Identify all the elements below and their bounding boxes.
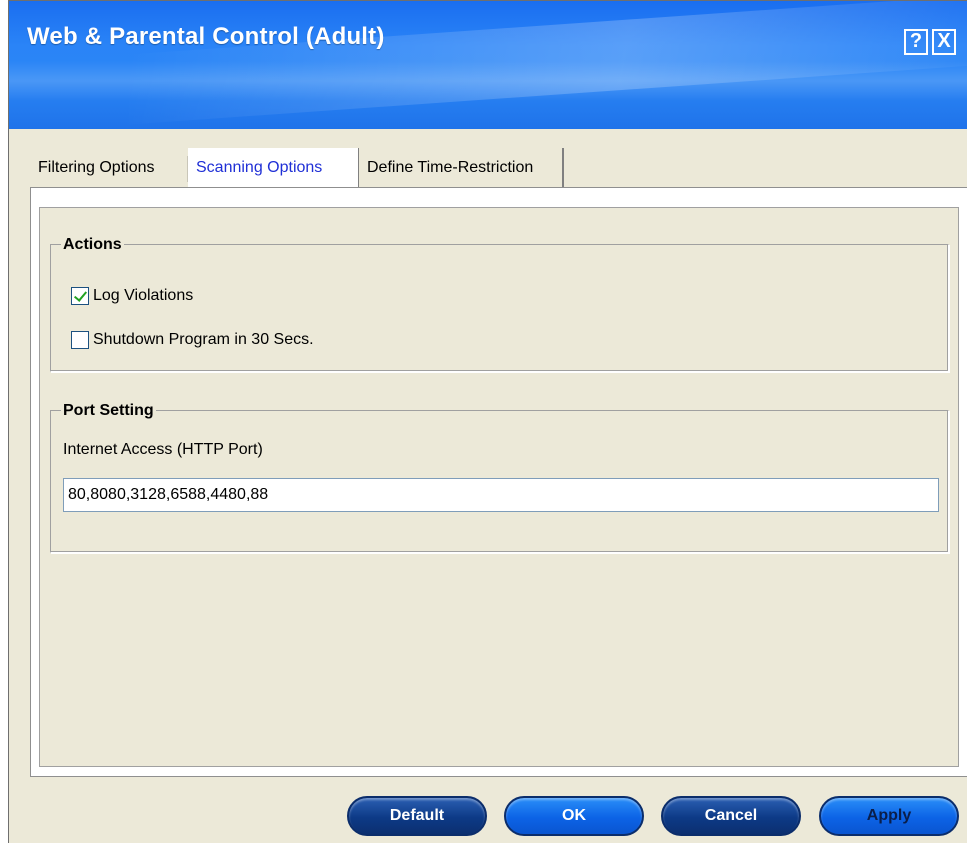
help-icon: ? xyxy=(909,30,923,52)
window-title: Web & Parental Control (Adult) xyxy=(27,23,385,50)
ok-button[interactable]: OK xyxy=(504,796,644,836)
apply-button[interactable]: Apply xyxy=(819,796,959,836)
actions-group-title: Actions xyxy=(61,236,124,254)
actions-group: Actions Log Violations Shutdown Program … xyxy=(50,236,949,372)
http-port-input[interactable] xyxy=(63,478,939,512)
tab-filtering-options[interactable]: Filtering Options xyxy=(30,148,188,188)
tab-content-panel: Actions Log Violations Shutdown Program … xyxy=(30,187,967,777)
log-violations-label: Log Violations xyxy=(93,287,194,304)
tab-define-time-restriction[interactable]: Define Time-Restriction xyxy=(358,148,564,188)
port-setting-group: Port Setting Internet Access (HTTP Port) xyxy=(50,402,949,553)
default-button[interactable]: Default xyxy=(347,796,487,836)
port-setting-group-title: Port Setting xyxy=(61,402,156,420)
shutdown-program-option[interactable]: Shutdown Program in 30 Secs. xyxy=(71,331,314,349)
cancel-button[interactable]: Cancel xyxy=(661,796,801,836)
shutdown-program-label: Shutdown Program in 30 Secs. xyxy=(93,331,314,348)
tab-scanning-options[interactable]: Scanning Options xyxy=(188,148,358,188)
http-port-label: Internet Access (HTTP Port) xyxy=(63,441,263,458)
log-violations-checkbox[interactable] xyxy=(71,287,89,305)
close-icon: X xyxy=(937,30,951,52)
title-bar: Web & Parental Control (Adult) ? X xyxy=(9,1,967,129)
dialog-window: Web & Parental Control (Adult) ? X Filte… xyxy=(8,0,967,843)
tab-content-inner: Actions Log Violations Shutdown Program … xyxy=(39,207,959,767)
close-button[interactable]: X xyxy=(932,29,956,55)
help-button[interactable]: ? xyxy=(904,29,928,55)
log-violations-option[interactable]: Log Violations xyxy=(71,287,193,305)
title-bar-glow xyxy=(9,61,967,101)
shutdown-program-checkbox[interactable] xyxy=(71,331,89,349)
